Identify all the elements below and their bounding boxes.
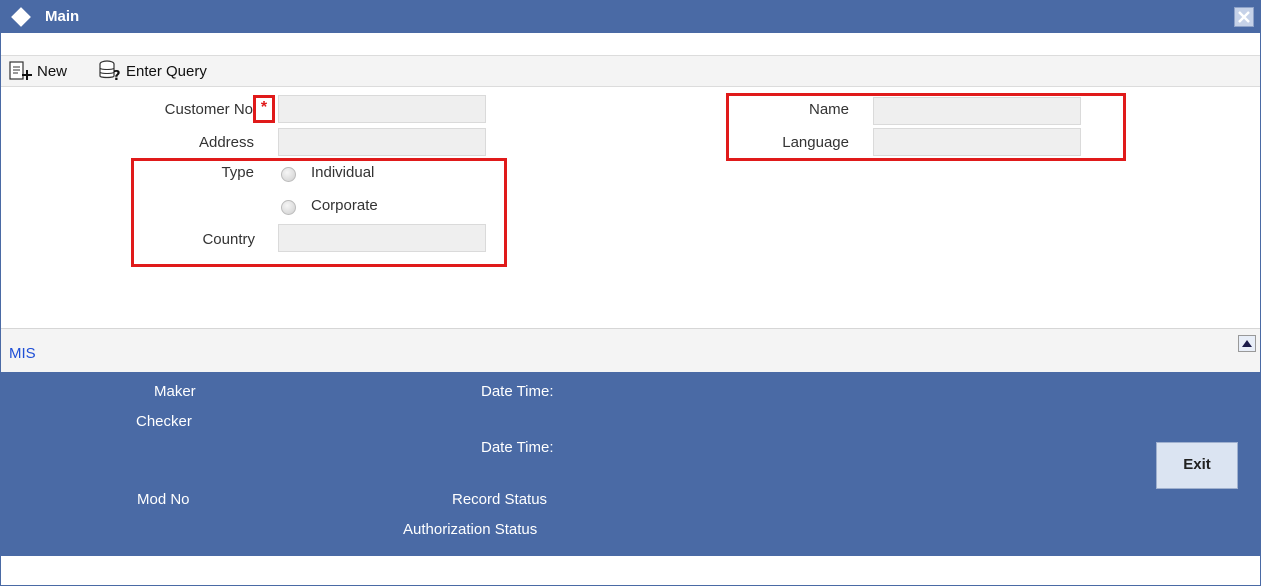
record-status-label: Record Status (452, 491, 548, 508)
maker-date-time-label: Date Time: (481, 383, 554, 400)
close-button[interactable] (1234, 7, 1254, 27)
title-bar: Main (1, 1, 1260, 33)
new-button[interactable]: New (9, 60, 67, 82)
type-label: Type (221, 164, 254, 181)
type-individual-radio[interactable] (281, 167, 296, 182)
type-corporate-radio[interactable] (281, 200, 296, 215)
diamond-icon (11, 7, 31, 27)
name-label: Name (808, 101, 849, 118)
customer-no-label: Customer No (164, 101, 253, 118)
svg-text:?: ? (113, 69, 121, 82)
customer-no-field[interactable] (278, 95, 486, 123)
address-label: Address (198, 134, 254, 151)
checker-date-time-label: Date Time: (481, 439, 554, 456)
collapse-up-icon (1242, 340, 1252, 347)
mod-no-label: Mod No (137, 491, 190, 508)
main-window: Main New ? Enter Query Customer No * Add… (0, 0, 1261, 586)
collapse-button[interactable] (1238, 335, 1256, 352)
language-field[interactable] (873, 128, 1081, 156)
window-title: Main (45, 8, 80, 25)
toolbar: New ? Enter Query (1, 55, 1260, 87)
enter-query-button[interactable]: ? Enter Query (98, 60, 207, 82)
language-label: Language (782, 134, 849, 151)
type-corporate-label: Corporate (311, 197, 378, 214)
close-icon (1238, 11, 1250, 23)
mis-title[interactable]: MIS (9, 345, 36, 362)
exit-button[interactable]: Exit (1156, 442, 1238, 489)
new-document-icon (9, 61, 32, 80)
enter-query-label: Enter Query (126, 62, 207, 80)
type-individual-label: Individual (311, 164, 375, 181)
name-field[interactable] (873, 97, 1081, 125)
checker-label: Checker (136, 413, 192, 430)
mis-section-header: MIS (1, 328, 1260, 373)
country-field[interactable] (278, 224, 486, 252)
address-field[interactable] (278, 128, 486, 156)
country-label: Country (202, 231, 255, 248)
authorization-status-label: Authorization Status (403, 521, 538, 538)
new-label: New (37, 62, 68, 80)
required-marker: * (253, 95, 275, 123)
maker-label: Maker (154, 383, 196, 400)
query-database-icon: ? (99, 60, 121, 82)
